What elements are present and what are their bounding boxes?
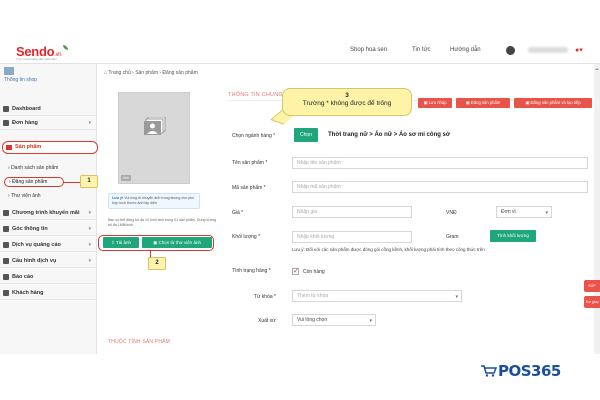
post-and-create-button[interactable]: ▣ Đăng sản phẩm và tạo tiếp [514, 98, 592, 108]
logo-tagline: Trực tuyến hàng đầu Việt Nam [16, 57, 57, 61]
weight-input[interactable]: Nhập khối lượng [292, 231, 412, 243]
keyword-select[interactable]: Thêm từ khóa [292, 290, 462, 302]
nav-shop-hoa-sen[interactable]: Shop hoa sen [350, 47, 387, 53]
arrow-to-badge-1 [64, 182, 80, 183]
report-icon [3, 274, 9, 280]
sidebar-item-customers[interactable]: Khách hàng [0, 286, 97, 300]
weight-unit-label: Gram [446, 234, 459, 240]
logo-leaf-icon [63, 45, 68, 50]
sidebar-shop-info-link[interactable]: Thông tin shop [4, 77, 37, 83]
chevron-down-icon: ▾ [88, 258, 91, 264]
image-icon [144, 117, 166, 135]
origin-label: Xuất xứ [258, 318, 276, 324]
sidebar-item-orders[interactable]: Đơn hàng ▾ [0, 116, 97, 130]
sidebar-item-ads[interactable]: Dịch vụ quảng cáo ▾ [0, 238, 97, 252]
choose-category-button[interactable]: Chọn [294, 128, 318, 142]
required-fields-callout: 3 Trường * không được để trống [282, 88, 412, 116]
chevron-down-icon: ▾ [88, 120, 91, 126]
product-name-label: Tên sản phẩm * [232, 160, 268, 166]
weight-hint: Lưu ý: Đối với các sản phẩm được đóng gó… [292, 247, 485, 252]
shop-avatar[interactable] [4, 67, 14, 75]
chevron-down-icon: ▾ [88, 226, 91, 232]
scrollbar[interactable] [594, 64, 600, 354]
config-icon [3, 258, 9, 264]
products-icon [6, 145, 12, 150]
step-badge-1: 1 [80, 175, 98, 188]
user-name[interactable] [528, 47, 568, 53]
weight-label: Khối lượng * [232, 234, 261, 240]
step-badge-2: 2 [148, 257, 166, 270]
pos365-watermark: POS365 [498, 362, 561, 380]
image-size-label: Ảnh [121, 175, 132, 181]
side-tab-help[interactable]: Trợ giúp [584, 296, 600, 308]
stock-label: Tình trạng hàng * [232, 268, 271, 274]
currency-label: VNĐ [446, 210, 457, 216]
price-label: Giá * [232, 210, 244, 216]
chevron-down-icon: ▾ [88, 242, 91, 248]
cart-icon [481, 365, 497, 377]
sidebar-sub-product-list[interactable]: › Danh sách sản phẩm [8, 165, 58, 171]
choose-from-library-button[interactable]: ▣ Chọn từ thư viện ảnh [142, 237, 212, 248]
keyword-label: Từ khóa * [254, 294, 276, 300]
save-draft-button[interactable]: ▣ Lưu nháp [418, 98, 452, 108]
image-note: Lưu ý! Vui lòng di chuyển ảnh trong khun… [108, 193, 200, 209]
globe-icon[interactable] [506, 46, 515, 55]
product-code-input[interactable]: Nhập mã sản phẩm [292, 181, 588, 193]
dashboard-icon [3, 106, 9, 112]
top-header: Sendo.vn Trực tuyến hàng đầu Việt Nam Sh… [0, 40, 600, 64]
sidebar-item-service-config[interactable]: Cấu hình dịch vụ ▾ [0, 254, 97, 268]
sidebar-item-dashboard[interactable]: Dashboard [0, 102, 97, 116]
in-stock-checkbox[interactable]: ✓ [292, 268, 299, 275]
sidebar-item-products[interactable]: Sản phẩm [2, 141, 98, 154]
side-tab-sop[interactable]: SỐP [584, 280, 600, 292]
orders-icon [3, 120, 9, 126]
chevron-down-icon: ▾ [88, 210, 91, 216]
in-stock-label: Còn hàng [303, 269, 325, 275]
general-info-title: THÔNG TIN CHUNG [228, 92, 283, 98]
image-info-text: Bạn có thể đăng tối đa 10 hình ảnh trong… [108, 218, 217, 227]
price-input[interactable]: Nhập giá [292, 206, 412, 218]
unit-select[interactable]: Đơn vị [496, 206, 552, 218]
breadcrumb: ⌂ Trang chủ › Sản phẩm › Đăng sản phẩm [104, 70, 198, 76]
sidebar-sub-post-product[interactable]: › Đăng sản phẩm [4, 177, 64, 187]
upload-image-button[interactable]: ⇪ Tải ảnh [103, 237, 139, 248]
nav-tin-tuc[interactable]: Tin tức [412, 47, 430, 53]
customers-icon [3, 290, 9, 296]
product-image-placeholder[interactable]: Ảnh [118, 92, 190, 184]
promotion-icon [3, 210, 9, 216]
origin-select[interactable]: Vui lòng chọn [292, 314, 376, 326]
category-label: Chọn ngành hàng * [232, 133, 276, 139]
nav-huong-dan[interactable]: Hướng dẫn [450, 47, 481, 53]
ads-icon [3, 242, 9, 248]
product-attributes-title: THUỘC TÍNH SẢN PHẨM [108, 339, 171, 345]
product-code-label: Mã sản phẩm * [232, 185, 266, 191]
post-product-button[interactable]: ▣ Đăng sản phẩm [456, 98, 510, 108]
sidebar-item-reports[interactable]: Báo cáo [0, 270, 97, 284]
product-name-input[interactable]: Nhập tên sản phẩm [292, 157, 588, 169]
category-value: Thời trang nữ > Áo nữ > Áo sơ mi công sở [328, 132, 451, 138]
sidebar-item-promotions[interactable]: Chương trình khuyến mãi ▾ [0, 206, 97, 220]
sidebar-sub-image-library[interactable]: › Thư viện ảnh [8, 193, 41, 199]
sidebar-item-info-corner[interactable]: Góc thông tin ▾ [0, 222, 97, 236]
calculate-weight-button[interactable]: Tính khối lượng [490, 230, 536, 242]
user-icon[interactable]: ●▾ [575, 46, 583, 54]
info-icon [3, 226, 9, 232]
